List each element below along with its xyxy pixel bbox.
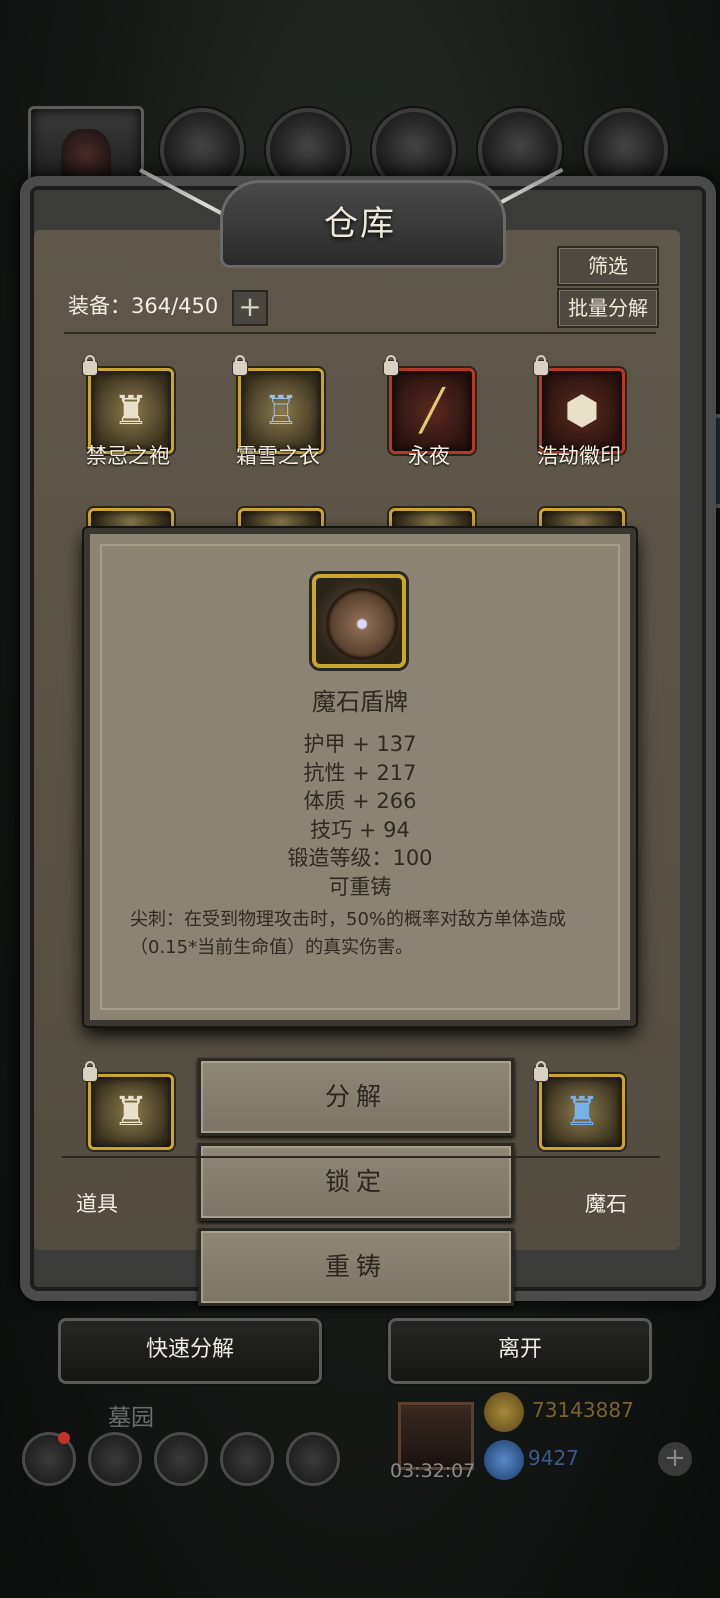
shield-icon (326, 588, 398, 660)
quick-decompose-button[interactable]: 快速分解 (58, 1318, 322, 1384)
item-stats: 护甲 + 137 抗性 + 217 体质 + 266 技巧 + 94 锻造等级：… (90, 730, 630, 901)
item-name: 魔石盾牌 (312, 688, 408, 716)
equipment-slot[interactable]: ♜ (83, 1061, 174, 1150)
batch-decompose-button[interactable]: 批量分解 (557, 288, 659, 328)
seal-icon: ⬢ (564, 388, 600, 434)
tab-items[interactable]: 道具 (76, 1188, 118, 1218)
decompose-button[interactable]: 分解 (198, 1058, 514, 1136)
guild-icon[interactable] (286, 1432, 340, 1486)
filter-button[interactable]: 筛选 (557, 246, 659, 286)
gold-amount: 73143887 (532, 1398, 634, 1422)
robe-icon: ♜ (113, 388, 149, 434)
equipment-name: 浩劫徽印 (537, 444, 621, 468)
gem-amount: 9427 (528, 1446, 579, 1470)
stat-reforgeable: 可重铸 (328, 874, 392, 899)
equipment-name: 禁忌之袍 (86, 444, 170, 468)
cloak-icon: ♖ (263, 388, 299, 434)
page-title: 仓库 (324, 204, 396, 244)
reforge-button[interactable]: 重铸 (198, 1228, 514, 1306)
stat-armor: 护甲 + 137 (303, 732, 417, 756)
gem-icon (484, 1440, 524, 1480)
tab-magic-stone[interactable]: 魔石 (585, 1188, 627, 1218)
item-description: 尖刺：在受到物理攻击时，50%的概率对敌方单体造成（0.15*当前生命值）的真实… (130, 909, 567, 958)
notification-dot (58, 1432, 70, 1444)
lock-button[interactable]: 锁定 (198, 1143, 514, 1221)
item-tooltip: 魔石盾牌 护甲 + 137 抗性 + 217 体质 + 266 技巧 + 94 … (84, 528, 636, 1026)
leave-button[interactable]: 离开 (388, 1318, 652, 1384)
gold-coin-icon (484, 1392, 524, 1432)
gift-timer: 03:32:07 (390, 1460, 476, 1482)
location-label: 墓园 (108, 1405, 154, 1431)
capacity-label: 装备：364/450 (68, 294, 219, 318)
equipment-slot[interactable]: ♜ (534, 1061, 625, 1150)
equipment-name: 永夜 (408, 444, 450, 468)
skill-menu-icon[interactable] (154, 1432, 208, 1486)
stat-forge-level: 锻造等级：100 (287, 846, 433, 870)
armor-icon: ♜ (564, 1089, 600, 1135)
hero-menu-icon[interactable] (88, 1432, 142, 1486)
stat-constitution: 体质 + 266 (303, 789, 417, 813)
dagger-icon: ╱ (419, 388, 445, 434)
mail-icon[interactable] (220, 1432, 274, 1486)
item-icon-frame (312, 574, 406, 668)
tab-divider (62, 1156, 660, 1158)
add-capacity-button[interactable]: + (232, 290, 268, 326)
divider (64, 332, 656, 334)
armor-icon: ♜ (113, 1089, 149, 1135)
equipment-name: 霜雪之衣 (236, 444, 320, 468)
stat-resistance: 抗性 + 217 (303, 760, 417, 785)
stat-skill: 技巧 + 94 (310, 817, 410, 842)
add-currency-button[interactable]: + (658, 1442, 692, 1476)
